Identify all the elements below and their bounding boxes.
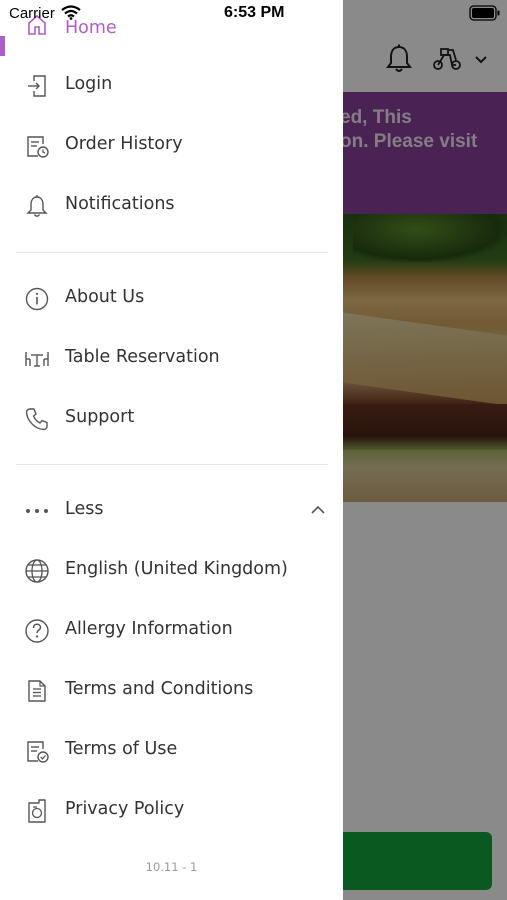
drawer-item-terms-and-conditions[interactable]: Terms and Conditions bbox=[0, 663, 343, 719]
drawer-item-support[interactable]: Support bbox=[0, 391, 343, 447]
drawer-item-label: Notifications bbox=[65, 194, 175, 214]
drawer-item-label: About Us bbox=[65, 287, 145, 307]
drawer-item-label: English (United Kingdom) bbox=[65, 559, 288, 579]
app-version: 10.11 - 1 bbox=[145, 860, 198, 874]
ellipsis-icon bbox=[26, 509, 48, 513]
drawer-item-label: Privacy Policy bbox=[65, 799, 185, 819]
divider bbox=[16, 252, 328, 253]
drawer-more-toggle[interactable]: Less bbox=[0, 483, 343, 539]
privacy-icon bbox=[28, 799, 46, 823]
status-time: 6:53 PM bbox=[224, 4, 285, 21]
info-icon bbox=[25, 287, 49, 311]
phone-icon bbox=[25, 408, 48, 431]
drawer-item-label: Table Reservation bbox=[65, 347, 220, 367]
drawer-item-about-us[interactable]: About Us bbox=[0, 271, 343, 327]
document-check-icon bbox=[27, 741, 49, 763]
carrier-label: Carrier bbox=[9, 5, 55, 22]
status-bar: Carrier 6:53 PM bbox=[0, 0, 507, 28]
login-icon bbox=[28, 75, 46, 97]
drawer-item-login[interactable]: Login bbox=[0, 58, 343, 114]
drawer-item-notifications[interactable]: Notifications bbox=[0, 178, 343, 234]
drawer-item-label: Terms of Use bbox=[65, 739, 178, 759]
drawer-item-table-reservation[interactable]: Table Reservation bbox=[0, 331, 343, 387]
drawer-item-label: Support bbox=[65, 407, 135, 427]
drawer-item-allergy-information[interactable]: Allergy Information bbox=[0, 603, 343, 659]
drawer-item-label: Login bbox=[65, 74, 113, 94]
table-reservation-icon bbox=[25, 352, 49, 367]
drawer-item-privacy-policy[interactable]: Privacy Policy bbox=[0, 783, 343, 839]
globe-icon bbox=[25, 559, 49, 583]
drawer-item-label: Terms and Conditions bbox=[65, 679, 254, 699]
question-icon bbox=[25, 619, 49, 643]
navigation-drawer: Home Login Order History Notifications A… bbox=[0, 0, 343, 900]
divider bbox=[16, 464, 328, 465]
bell-icon bbox=[26, 195, 48, 217]
drawer-item-label: Less bbox=[65, 499, 104, 519]
document-icon bbox=[28, 680, 46, 702]
wifi-icon bbox=[61, 5, 81, 20]
drawer-item-terms-of-use[interactable]: Terms of Use bbox=[0, 723, 343, 779]
order-history-icon bbox=[27, 136, 49, 158]
drawer-item-order-history[interactable]: Order History bbox=[0, 118, 343, 174]
drawer-item-label: Allergy Information bbox=[65, 619, 233, 639]
drawer-item-language[interactable]: English (United Kingdom) bbox=[0, 543, 343, 599]
active-indicator bbox=[0, 36, 5, 56]
chevron-up-icon bbox=[311, 505, 325, 514]
battery-icon bbox=[469, 5, 500, 21]
drawer-item-label: Order History bbox=[65, 134, 183, 154]
